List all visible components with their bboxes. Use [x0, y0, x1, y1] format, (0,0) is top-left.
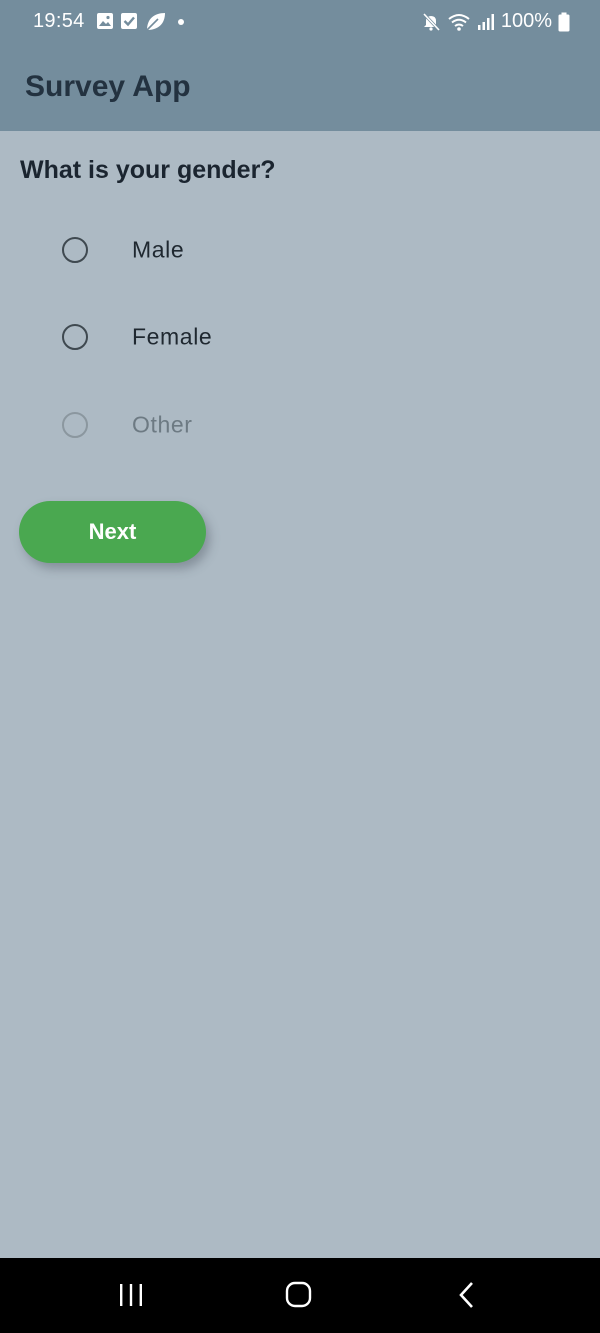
home-icon[interactable]	[284, 1280, 314, 1310]
radio-female[interactable]	[62, 324, 88, 350]
status-time: 19:54	[33, 10, 85, 32]
signal-icon	[477, 13, 494, 30]
image-icon	[97, 13, 113, 29]
option-label-female: Female	[132, 323, 213, 350]
wifi-icon	[448, 13, 470, 31]
option-female[interactable]: Female	[40, 302, 340, 372]
leaf-icon	[146, 13, 165, 31]
dot-icon	[178, 19, 184, 25]
status-bar: 19:54 100%	[0, 0, 600, 44]
radio-male[interactable]	[62, 237, 88, 263]
check-box-icon	[121, 13, 137, 29]
back-icon[interactable]	[456, 1280, 478, 1310]
option-label-other: Other	[132, 411, 193, 438]
next-button[interactable]: Next	[19, 501, 206, 563]
status-system-icons: 100%	[421, 10, 570, 33]
recent-apps-icon[interactable]	[118, 1280, 144, 1310]
option-male[interactable]: Male	[40, 215, 340, 285]
app-bar: Survey App	[0, 44, 600, 131]
mute-icon	[422, 12, 440, 31]
status-notification-icons	[96, 11, 188, 31]
app-title: Survey App	[25, 70, 191, 103]
navigation-bar	[0, 1258, 600, 1333]
radio-other[interactable]	[62, 412, 88, 438]
option-other[interactable]: Other	[40, 390, 340, 460]
battery-percent: 100%	[500, 10, 552, 32]
question-text: What is your gender?	[20, 156, 276, 184]
battery-icon	[558, 12, 570, 31]
option-label-male: Male	[132, 236, 185, 263]
